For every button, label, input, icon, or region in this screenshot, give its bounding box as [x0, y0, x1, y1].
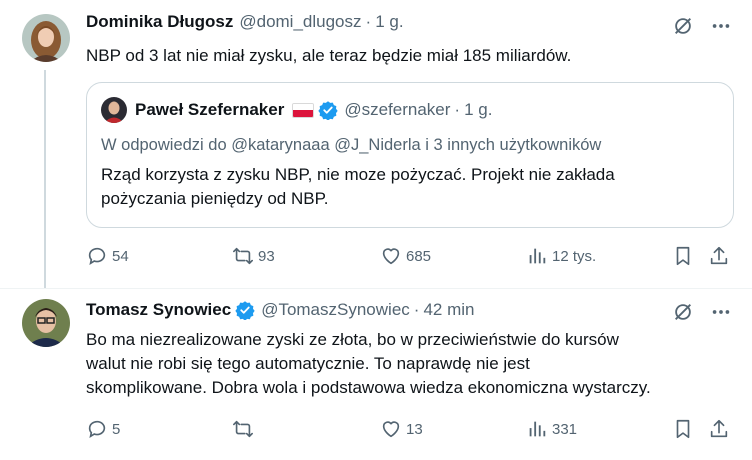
tweet-text: NBP od 3 lat nie miał zysku, ale teraz b…	[86, 46, 572, 65]
tweet-text-line: skomplikowane. Dobra wola i podstawowa w…	[86, 378, 651, 397]
like-button[interactable]: 685	[380, 245, 431, 267]
quote-author-name[interactable]: Paweł Szefernaker	[135, 100, 284, 120]
quoted-tweet[interactable]: Paweł Szefernaker @szefernaker · 1 g. W …	[86, 82, 734, 228]
views-button[interactable]: 331	[526, 418, 577, 440]
tweet-top-actions	[672, 301, 732, 323]
share-icon	[710, 419, 728, 438]
tweet-top-actions	[672, 15, 732, 37]
bookmark-icon	[676, 246, 690, 266]
reply-count: 5	[112, 420, 121, 438]
reply-button[interactable]: 5	[86, 418, 120, 440]
share-button[interactable]	[708, 418, 734, 440]
quote-text-line: Rząd korzysta z zysku NBP, nie moze poży…	[101, 165, 615, 184]
quote-text-line: pożyczania pieniędzy od NBP.	[101, 189, 329, 208]
like-icon	[382, 248, 400, 265]
reply-icon	[88, 247, 106, 266]
author-name[interactable]: Dominika Długosz	[86, 12, 233, 32]
avatar[interactable]	[22, 14, 70, 62]
timestamp[interactable]: 1 g.	[375, 12, 403, 32]
author-name[interactable]: Tomasz Synowiec	[86, 300, 231, 320]
like-count: 13	[406, 420, 423, 438]
quote-avatar[interactable]	[101, 97, 127, 123]
views-button[interactable]: 12 tys.	[526, 245, 596, 267]
more-icon[interactable]	[710, 301, 732, 323]
reply-suffix[interactable]: i 3 innych użytkowników	[425, 136, 601, 154]
quote-author-handle[interactable]: @szefernaker	[344, 100, 450, 120]
author-handle[interactable]: @domi_dlugosz	[239, 12, 361, 32]
tweet-actions: 5 13 331	[84, 418, 734, 442]
reply-icon	[88, 420, 106, 439]
like-count: 685	[406, 247, 432, 265]
verified-icon	[235, 301, 255, 320]
grok-icon[interactable]	[672, 15, 694, 37]
tweet-text: Bo ma niezrealizowane zyski ze złota, bo…	[86, 328, 736, 400]
like-button[interactable]: 13	[380, 418, 423, 440]
repost-count: 93	[258, 247, 275, 265]
bookmark-icon	[676, 419, 690, 439]
views-count: 12 tys.	[552, 247, 597, 265]
bookmark-button[interactable]	[672, 418, 698, 440]
like-icon	[382, 421, 400, 438]
poland-flag-icon	[292, 102, 315, 118]
reply-count: 54	[112, 247, 129, 265]
reply-button[interactable]: 54	[86, 245, 129, 267]
grok-icon[interactable]	[672, 301, 694, 323]
verified-icon	[318, 101, 338, 120]
repost-button[interactable]	[232, 418, 258, 440]
tweet-header: Tomasz Synowiec @TomaszSynowiec · 42 min	[86, 300, 474, 320]
separator-dot: ·	[365, 12, 372, 31]
quote-timestamp[interactable]: 1 g.	[464, 100, 492, 120]
share-icon	[710, 246, 728, 265]
more-icon[interactable]	[710, 15, 732, 37]
tweet-header: Dominika Długosz @domi_dlugosz · 1 g.	[86, 12, 404, 32]
timestamp[interactable]: 42 min	[423, 300, 474, 320]
author-handle[interactable]: @TomaszSynowiec	[261, 300, 410, 320]
share-button[interactable]	[708, 245, 734, 267]
avatar[interactable]	[22, 299, 70, 347]
reply-mentions[interactable]: @katarynaaa @J_Niderla	[231, 136, 420, 154]
repost-button[interactable]: 93	[232, 245, 275, 267]
repost-icon	[233, 420, 253, 438]
separator-dot: ·	[454, 100, 461, 119]
tweet-text-line: Bo ma niezrealizowane zyski ze złota, bo…	[86, 330, 619, 349]
tweet-actions: 54 93 685 12 tys.	[84, 245, 734, 269]
views-count: 331	[552, 420, 578, 438]
views-icon	[529, 248, 546, 264]
tweet-tomasz[interactable]: Tomasz Synowiec @TomaszSynowiec · 42 min…	[0, 289, 752, 460]
reply-prefix: W odpowiedzi do	[101, 136, 227, 154]
quote-text: Rząd korzysta z zysku NBP, nie moze poży…	[101, 163, 721, 211]
separator-dot: ·	[413, 300, 420, 319]
repost-icon	[233, 247, 253, 265]
views-icon	[529, 421, 546, 437]
quote-header: Paweł Szefernaker @szefernaker · 1 g.	[101, 97, 492, 123]
reply-context: W odpowiedzi do @katarynaaa @J_Niderla i…	[101, 136, 601, 155]
tweet-text-line: walut nie robi się tego automatycznie. T…	[86, 354, 530, 373]
tweet-dominika[interactable]: Dominika Długosz @domi_dlugosz · 1 g. NB…	[0, 0, 752, 290]
bookmark-button[interactable]	[672, 245, 698, 267]
